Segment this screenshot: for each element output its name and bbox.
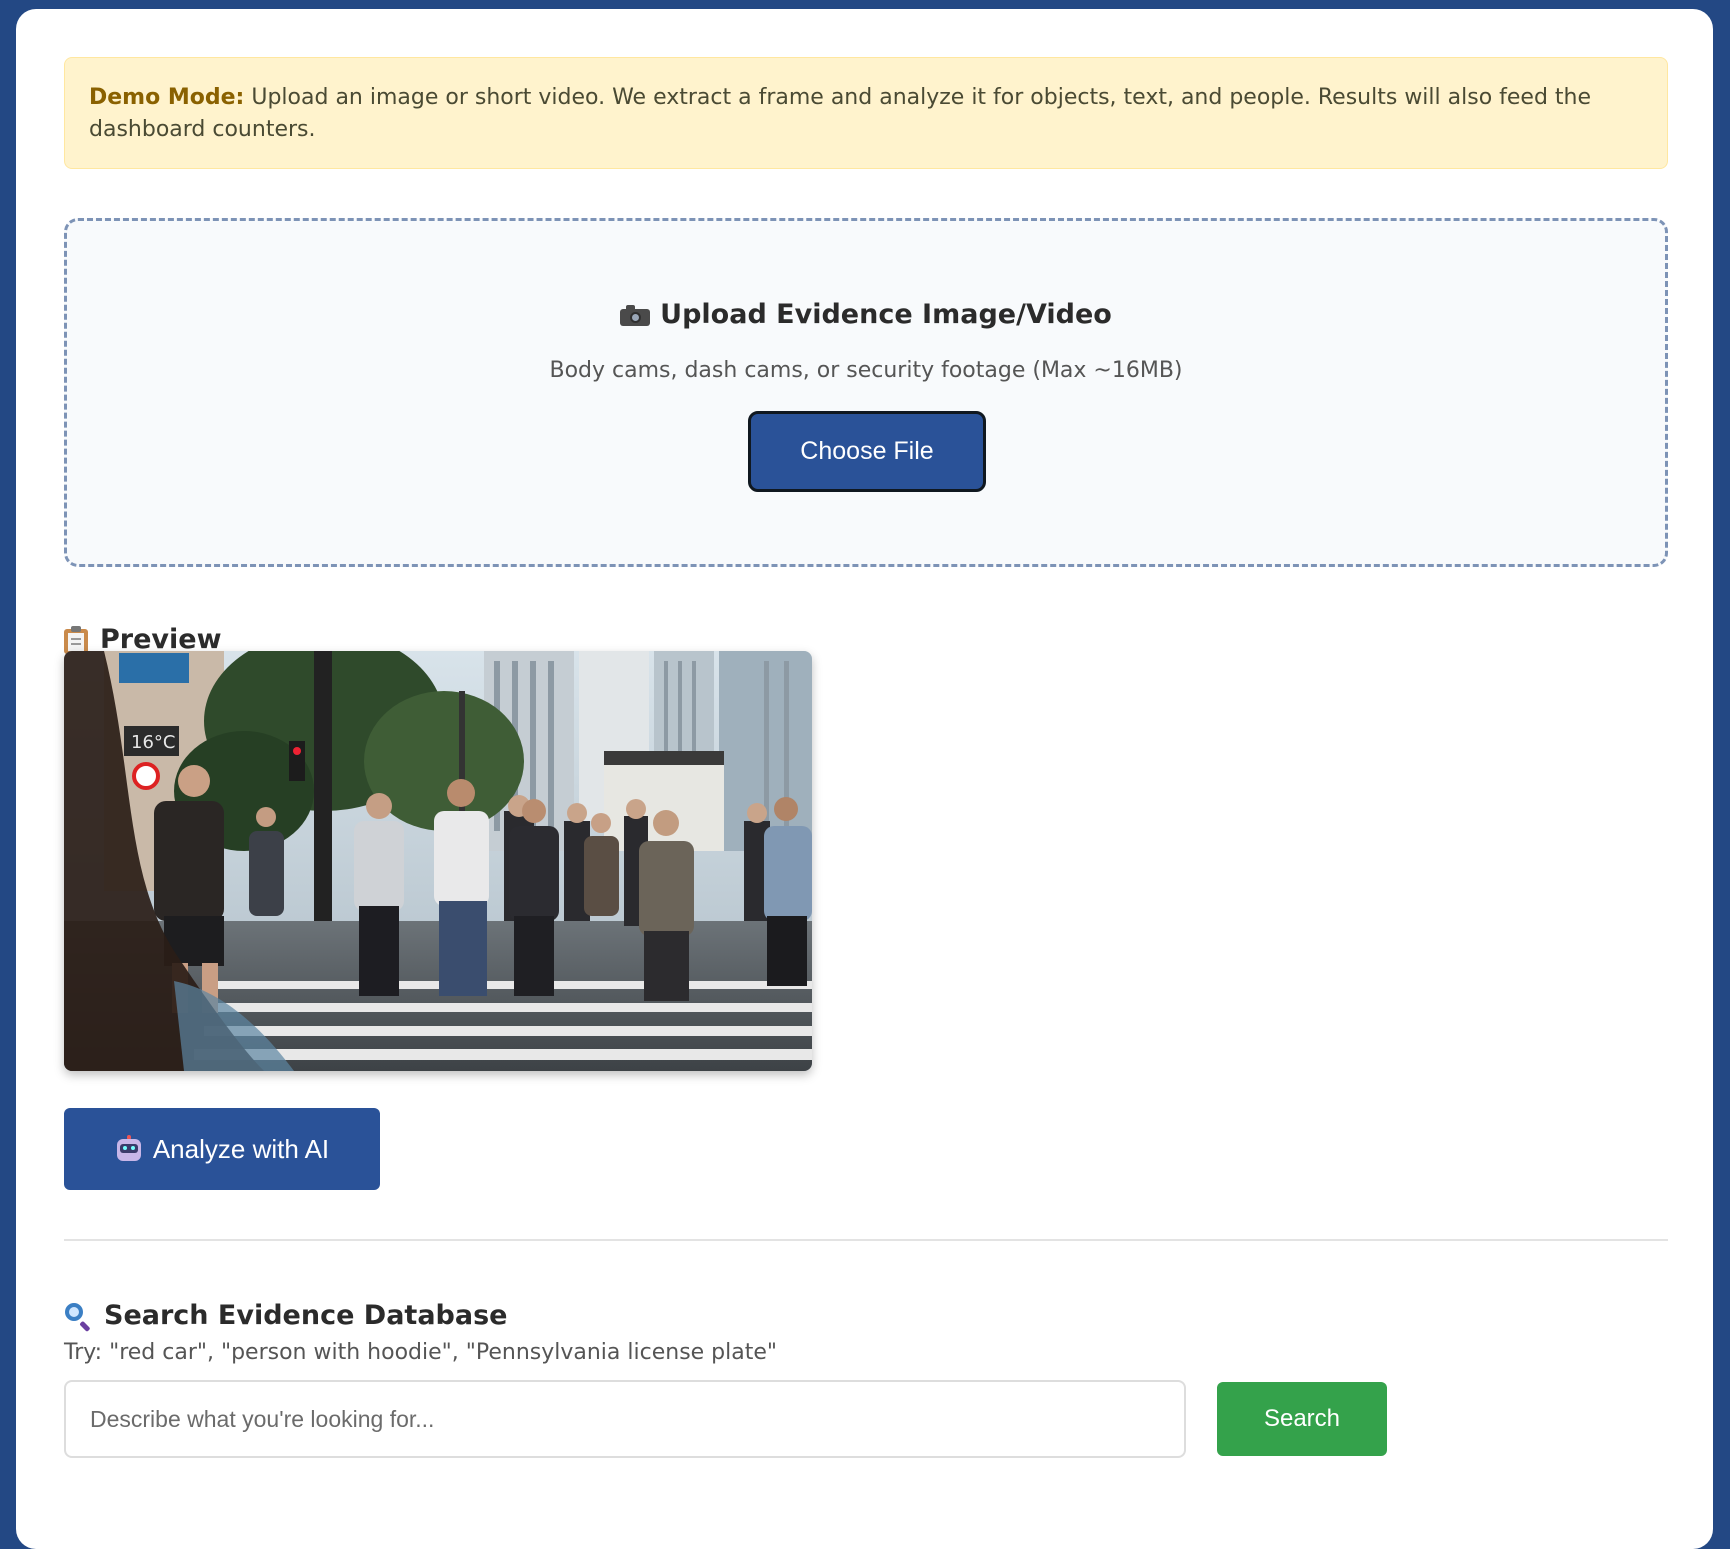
- search-button[interactable]: Search: [1217, 1382, 1387, 1456]
- robot-icon: [115, 1135, 143, 1163]
- section-divider: [64, 1239, 1668, 1241]
- magnifier-icon: [64, 1302, 92, 1332]
- main-card: Demo Mode: Upload an image or short vide…: [16, 9, 1713, 1549]
- upload-subtitle: Body cams, dash cams, or security footag…: [549, 358, 1183, 383]
- upload-title: Upload Evidence Image/Video: [67, 299, 1665, 330]
- clipboard-icon: [64, 625, 88, 654]
- analyze-button-label: Analyze with AI: [152, 1133, 330, 1164]
- demo-mode-text: Upload an image or short video. We extra…: [89, 85, 1592, 142]
- choose-file-button[interactable]: Choose File: [748, 411, 986, 492]
- search-title-text: Search Evidence Database: [104, 1300, 508, 1331]
- upload-dropzone[interactable]: Upload Evidence Image/Video Body cams, d…: [64, 218, 1668, 567]
- search-hint: Try: "red car", "person with hoodie", "P…: [64, 1340, 778, 1365]
- search-heading: Search Evidence Database: [64, 1300, 508, 1332]
- search-input[interactable]: [64, 1380, 1186, 1458]
- preview-image: 16°C: [64, 651, 812, 1071]
- analyze-with-ai-button[interactable]: Analyze with AI: [64, 1108, 380, 1190]
- camera-icon: [620, 304, 651, 326]
- temperature-display: 16°C: [131, 732, 175, 753]
- upload-title-text: Upload Evidence Image/Video: [660, 299, 1112, 330]
- demo-mode-notice: Demo Mode: Upload an image or short vide…: [64, 57, 1668, 169]
- demo-mode-label: Demo Mode:: [89, 85, 245, 110]
- content-area: Demo Mode: Upload an image or short vide…: [64, 57, 1668, 1458]
- street-crowd-photo: 16°C: [64, 651, 812, 1071]
